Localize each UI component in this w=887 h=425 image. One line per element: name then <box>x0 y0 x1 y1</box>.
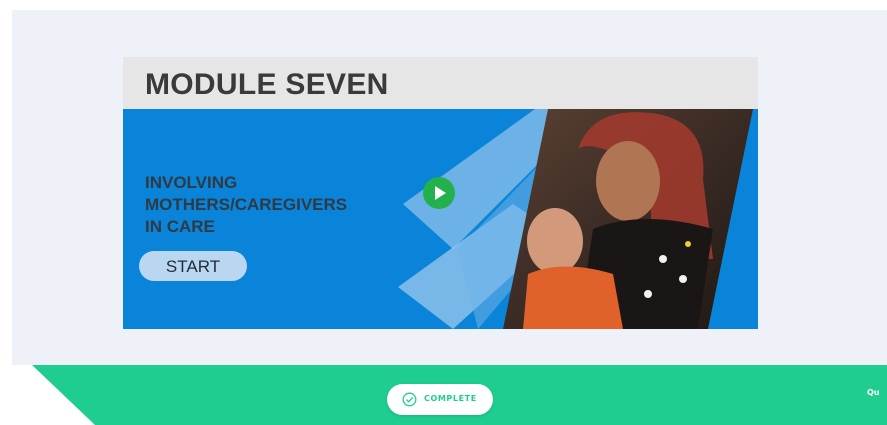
check-circle-icon <box>402 392 417 407</box>
module-title: MODULE SEVEN <box>145 68 389 101</box>
module-banner: INVOLVING MOTHERS/CAREGIVERS IN CARE STA… <box>123 109 758 329</box>
module-card: MODULE SEVEN INVOLVING MOTHERS/CAREGIVER… <box>123 57 758 329</box>
play-button[interactable] <box>423 177 455 209</box>
subtitle-line-2: MOTHERS/CAREGIVERS <box>145 195 348 214</box>
complete-button[interactable]: COMPLETE <box>387 384 493 415</box>
module-subtitle: INVOLVING MOTHERS/CAREGIVERS IN CARE <box>145 172 405 238</box>
play-icon <box>435 186 446 200</box>
subtitle-line-1: INVOLVING <box>145 173 238 192</box>
footer-right-text[interactable]: Qu <box>867 388 880 397</box>
start-button[interactable]: START <box>139 251 247 281</box>
subtitle-line-3: IN CARE <box>145 217 215 236</box>
complete-label: COMPLETE <box>424 394 477 403</box>
module-header: MODULE SEVEN <box>123 57 758 109</box>
